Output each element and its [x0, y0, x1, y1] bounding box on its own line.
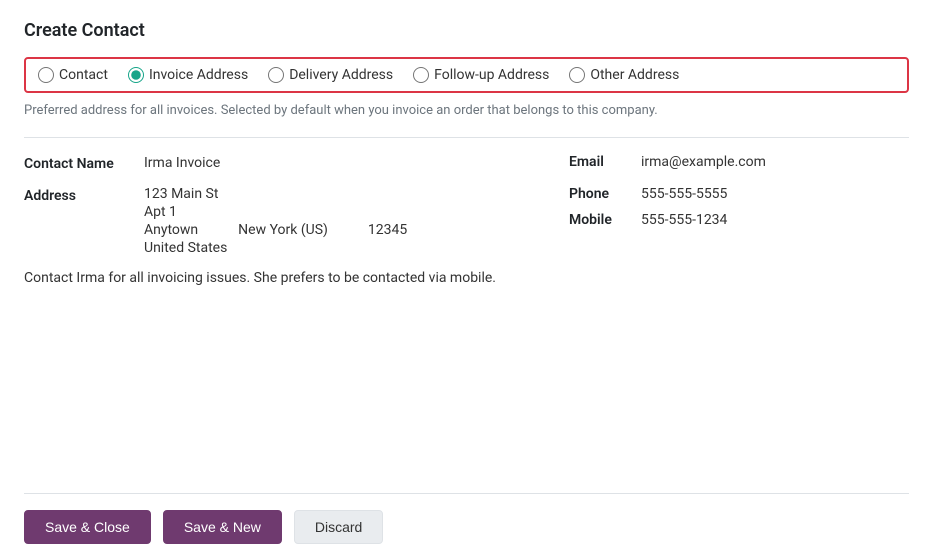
- radio-contact[interactable]: [38, 67, 54, 83]
- address-country: United States: [144, 240, 407, 256]
- hint-text: Preferred address for all invoices. Sele…: [24, 101, 909, 121]
- radio-other[interactable]: [569, 67, 585, 83]
- divider: [24, 137, 909, 138]
- address-zip: 12345: [368, 222, 407, 238]
- email-value: irma@example.com: [641, 154, 766, 170]
- radio-contact-label: Contact: [59, 67, 108, 83]
- radio-option-contact[interactable]: Contact: [38, 67, 108, 83]
- radio-option-followup[interactable]: Follow-up Address: [413, 67, 549, 83]
- radio-other-label: Other Address: [590, 67, 679, 83]
- radio-invoice[interactable]: [128, 67, 144, 83]
- mobile-row: Mobile 555-555-1234: [569, 212, 909, 228]
- contact-name-label: Contact Name: [24, 154, 144, 172]
- contact-name-value: Irma Invoice: [144, 155, 569, 171]
- address-line1: 123 Main St: [144, 186, 407, 202]
- page-title: Create Contact: [24, 20, 909, 41]
- radio-option-invoice[interactable]: Invoice Address: [128, 67, 248, 83]
- phone-value: 555-555-5555: [641, 186, 727, 202]
- form-section: Contact Name Irma Invoice Email irma@exa…: [24, 154, 909, 494]
- radio-delivery[interactable]: [268, 67, 284, 83]
- phone-row: Phone 555-555-5555: [569, 186, 909, 202]
- page-container: Create Contact Contact Invoice Address D…: [0, 0, 933, 560]
- discard-button[interactable]: Discard: [294, 510, 383, 544]
- radio-invoice-label: Invoice Address: [149, 67, 248, 83]
- save-new-button[interactable]: Save & New: [163, 510, 282, 544]
- address-block: 123 Main St Apt 1 Anytown New York (US) …: [144, 186, 407, 256]
- note-text: Contact Irma for all invoicing issues. S…: [24, 270, 909, 286]
- mobile-label: Mobile: [569, 212, 629, 228]
- radio-group: Contact Invoice Address Delivery Address…: [24, 57, 909, 93]
- phone-label: Phone: [569, 186, 629, 202]
- save-close-button[interactable]: Save & Close: [24, 510, 151, 544]
- email-label: Email: [569, 154, 629, 170]
- footer: Save & Close Save & New Discard: [24, 493, 909, 560]
- radio-option-other[interactable]: Other Address: [569, 67, 679, 83]
- address-city: Anytown: [144, 222, 198, 238]
- address-line2: Apt 1: [144, 204, 407, 220]
- mobile-value: 555-555-1234: [641, 212, 727, 228]
- radio-followup[interactable]: [413, 67, 429, 83]
- address-city-line: Anytown New York (US) 12345: [144, 222, 407, 238]
- radio-option-delivery[interactable]: Delivery Address: [268, 67, 393, 83]
- radio-followup-label: Follow-up Address: [434, 67, 549, 83]
- address-label: Address: [24, 186, 144, 204]
- radio-delivery-label: Delivery Address: [289, 67, 393, 83]
- address-state: New York (US): [238, 222, 328, 238]
